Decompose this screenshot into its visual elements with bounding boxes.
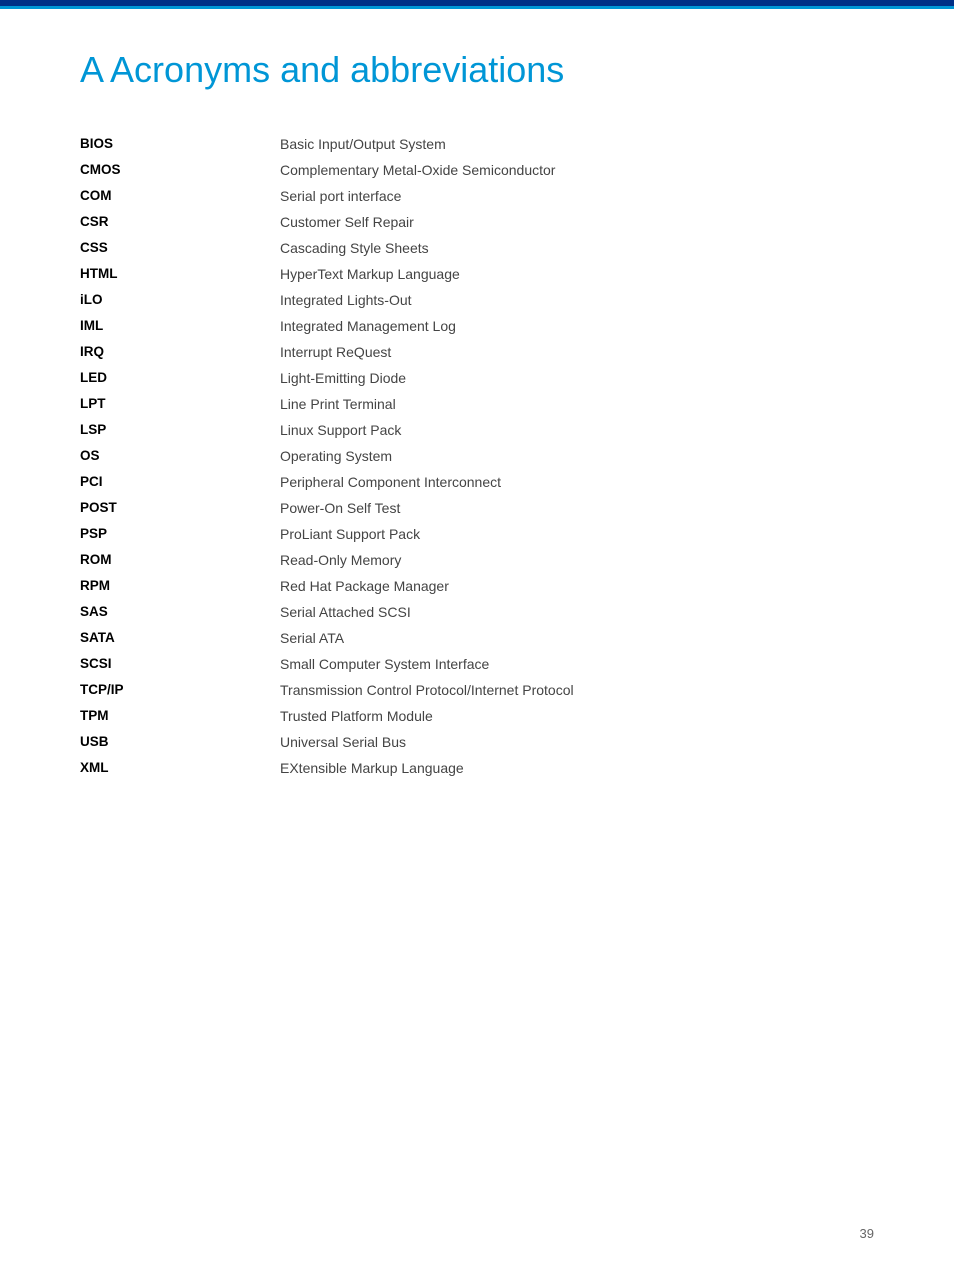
table-row: CSSCascading Style Sheets <box>80 235 874 261</box>
acronym-abbr: OS <box>80 443 280 469</box>
table-row: CMOSComplementary Metal-Oxide Semiconduc… <box>80 157 874 183</box>
table-row: OSOperating System <box>80 443 874 469</box>
table-row: iLOIntegrated Lights-Out <box>80 287 874 313</box>
acronym-definition: Power-On Self Test <box>280 495 874 521</box>
table-row: COMSerial port interface <box>80 183 874 209</box>
acronym-abbr: LSP <box>80 417 280 443</box>
acronym-abbr: IML <box>80 313 280 339</box>
table-row: SCSISmall Computer System Interface <box>80 651 874 677</box>
table-row: LEDLight-Emitting Diode <box>80 365 874 391</box>
acronym-abbr: iLO <box>80 287 280 313</box>
acronym-definition: HyperText Markup Language <box>280 261 874 287</box>
acronym-abbr: IRQ <box>80 339 280 365</box>
table-row: PSPProLiant Support Pack <box>80 521 874 547</box>
acronym-definition: Linux Support Pack <box>280 417 874 443</box>
table-row: RPMRed Hat Package Manager <box>80 573 874 599</box>
acronym-definition: Light-Emitting Diode <box>280 365 874 391</box>
acronym-abbr: PCI <box>80 469 280 495</box>
acronym-definition: Integrated Management Log <box>280 313 874 339</box>
table-row: BIOSBasic Input/Output System <box>80 131 874 157</box>
acronym-abbr: BIOS <box>80 131 280 157</box>
table-row: SASSerial Attached SCSI <box>80 599 874 625</box>
table-row: USBUniversal Serial Bus <box>80 729 874 755</box>
acronym-definition: Interrupt ReQuest <box>280 339 874 365</box>
acronym-abbr: TCP/IP <box>80 677 280 703</box>
acronym-definition: Universal Serial Bus <box>280 729 874 755</box>
table-row: PCIPeripheral Component Interconnect <box>80 469 874 495</box>
acronym-definition: Integrated Lights-Out <box>280 287 874 313</box>
acronym-abbr: ROM <box>80 547 280 573</box>
acronym-definition: Operating System <box>280 443 874 469</box>
acronym-definition: ProLiant Support Pack <box>280 521 874 547</box>
acronym-definition: Serial Attached SCSI <box>280 599 874 625</box>
acronym-abbr: POST <box>80 495 280 521</box>
acronym-abbr: COM <box>80 183 280 209</box>
acronym-abbr: LPT <box>80 391 280 417</box>
acronym-abbr: SAS <box>80 599 280 625</box>
table-row: SATASerial ATA <box>80 625 874 651</box>
acronym-definition: Line Print Terminal <box>280 391 874 417</box>
table-row: ROMRead-Only Memory <box>80 547 874 573</box>
acronym-definition: Read-Only Memory <box>280 547 874 573</box>
table-row: XMLEXtensible Markup Language <box>80 755 874 781</box>
acronym-definition: Basic Input/Output System <box>280 131 874 157</box>
acronyms-table: BIOSBasic Input/Output SystemCMOSComplem… <box>80 131 874 781</box>
acronym-definition: Complementary Metal-Oxide Semiconductor <box>280 157 874 183</box>
table-row: TCP/IPTransmission Control Protocol/Inte… <box>80 677 874 703</box>
acronym-definition: EXtensible Markup Language <box>280 755 874 781</box>
acronym-definition: Serial ATA <box>280 625 874 651</box>
acronym-abbr: LED <box>80 365 280 391</box>
table-row: LPTLine Print Terminal <box>80 391 874 417</box>
page-number: 39 <box>860 1226 874 1241</box>
acronym-abbr: SATA <box>80 625 280 651</box>
table-row: LSPLinux Support Pack <box>80 417 874 443</box>
acronym-definition: Small Computer System Interface <box>280 651 874 677</box>
acronym-abbr: SCSI <box>80 651 280 677</box>
acronym-definition: Customer Self Repair <box>280 209 874 235</box>
table-row: HTMLHyperText Markup Language <box>80 261 874 287</box>
acronym-definition: Trusted Platform Module <box>280 703 874 729</box>
acronym-definition: Red Hat Package Manager <box>280 573 874 599</box>
table-row: IRQInterrupt ReQuest <box>80 339 874 365</box>
acronym-abbr: HTML <box>80 261 280 287</box>
acronym-abbr: XML <box>80 755 280 781</box>
table-row: IMLIntegrated Management Log <box>80 313 874 339</box>
acronym-definition: Transmission Control Protocol/Internet P… <box>280 677 874 703</box>
acronym-definition: Cascading Style Sheets <box>280 235 874 261</box>
table-row: POSTPower-On Self Test <box>80 495 874 521</box>
acronym-abbr: CSR <box>80 209 280 235</box>
acronym-abbr: TPM <box>80 703 280 729</box>
acronym-definition: Peripheral Component Interconnect <box>280 469 874 495</box>
acronym-abbr: CMOS <box>80 157 280 183</box>
acronym-abbr: CSS <box>80 235 280 261</box>
acronym-abbr: RPM <box>80 573 280 599</box>
table-row: CSRCustomer Self Repair <box>80 209 874 235</box>
table-row: TPMTrusted Platform Module <box>80 703 874 729</box>
page-title: A Acronyms and abbreviations <box>80 49 874 101</box>
acronym-abbr: USB <box>80 729 280 755</box>
acronym-definition: Serial port interface <box>280 183 874 209</box>
acronym-abbr: PSP <box>80 521 280 547</box>
